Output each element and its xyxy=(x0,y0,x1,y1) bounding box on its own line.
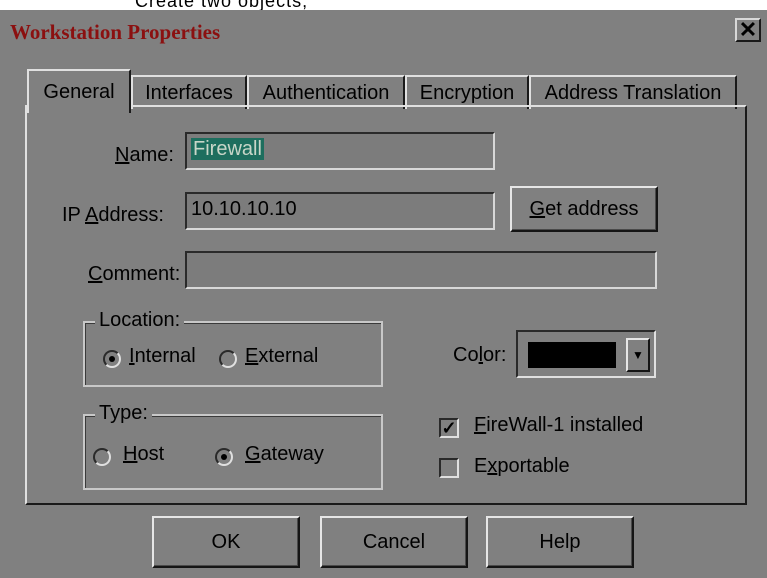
external-label: External xyxy=(245,345,319,367)
color-label: Color: xyxy=(453,344,507,366)
gateway-label: Gateway xyxy=(245,443,324,465)
firewall-installed-checkbox[interactable]: ✓ xyxy=(439,418,459,438)
name-label: Name: xyxy=(115,144,174,166)
type-group-title: Type: xyxy=(95,402,152,425)
color-select[interactable]: ▼ xyxy=(516,330,656,378)
background-document-strip: Create two objects; xyxy=(0,0,767,10)
location-group-title: Location: xyxy=(95,309,185,332)
cancel-button[interactable]: Cancel xyxy=(320,516,468,568)
tab-label: Encryption xyxy=(419,81,515,104)
ip-address-label: IP Address: xyxy=(62,204,164,226)
tab-label: Address Translation xyxy=(544,81,722,104)
host-label: Host xyxy=(123,443,165,465)
gateway-radio[interactable] xyxy=(215,448,233,466)
ip-value: 10.10.10.10 xyxy=(191,198,297,220)
chevron-down-icon[interactable]: ▼ xyxy=(626,338,650,372)
exportable-checkbox[interactable] xyxy=(439,458,459,478)
tab-label: Authentication xyxy=(262,81,390,104)
background-caption: Create two objects; xyxy=(135,0,309,10)
type-group: Type: Host Gateway xyxy=(83,402,383,490)
get-address-button[interactable]: Get address xyxy=(510,186,658,232)
comment-label: Comment: xyxy=(88,263,181,285)
internal-radio[interactable] xyxy=(103,350,121,368)
workstation-properties-dialog: Workstation Properties ✕ General Interfa… xyxy=(0,10,767,578)
host-radio[interactable] xyxy=(93,448,111,466)
internal-label: Internal xyxy=(129,345,196,367)
help-button[interactable]: Help xyxy=(486,516,634,568)
tab-authentication[interactable]: Authentication xyxy=(247,75,405,109)
color-swatch xyxy=(528,342,616,368)
close-button[interactable]: ✕ xyxy=(735,17,761,42)
tab-interfaces[interactable]: Interfaces xyxy=(131,75,247,109)
tab-address-translation[interactable]: Address Translation xyxy=(529,75,737,109)
ip-address-field[interactable]: 10.10.10.10 xyxy=(185,192,495,230)
tab-encryption[interactable]: Encryption xyxy=(405,75,529,109)
close-icon: ✕ xyxy=(738,17,758,42)
exportable-label: Exportable xyxy=(474,455,570,477)
name-field[interactable]: Firewall xyxy=(185,132,495,170)
tab-label: General xyxy=(43,80,115,103)
location-group: Location: Internal External xyxy=(83,309,383,387)
ok-button[interactable]: OK xyxy=(152,516,300,568)
dialog-title: Workstation Properties xyxy=(10,20,221,44)
tab-general[interactable]: General xyxy=(27,69,131,113)
comment-field[interactable] xyxy=(185,251,657,289)
name-value: Firewall xyxy=(191,138,264,160)
tab-label: Interfaces xyxy=(145,81,233,104)
external-radio[interactable] xyxy=(219,350,237,368)
firewall-installed-label: FireWall-1 installed xyxy=(474,414,644,436)
